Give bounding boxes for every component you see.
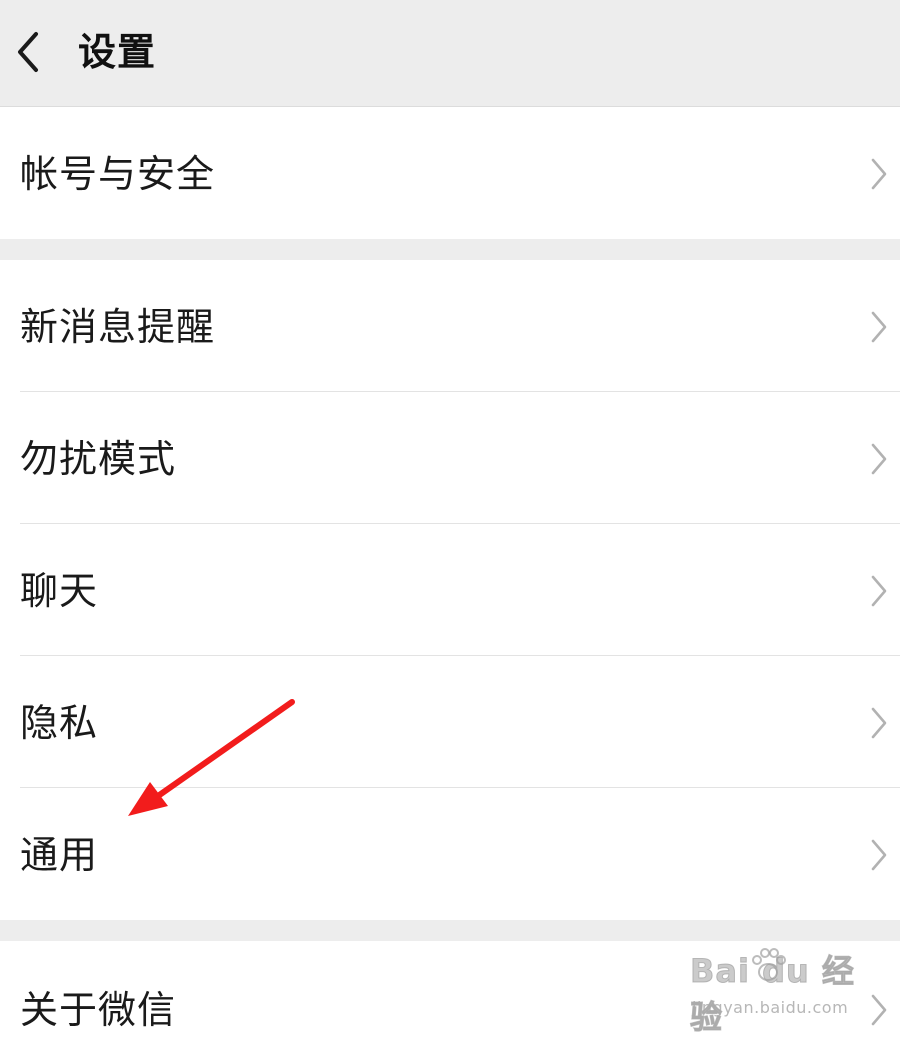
chevron-right-icon [871, 443, 887, 475]
settings-item-label: 帐号与安全 [20, 152, 216, 196]
settings-item-label: 通用 [20, 833, 99, 877]
settings-item-label: 关于微信 [20, 988, 177, 1032]
page-title: 设置 [78, 30, 157, 74]
settings-screen: 设置 帐号与安全 新消息提醒 勿扰模式 聊天 隐私 通用 关于微信 Bai du… [0, 0, 900, 1044]
chevron-right-icon [871, 575, 887, 607]
nav-header: 设置 [0, 0, 900, 107]
settings-group-account: 帐号与安全 [0, 107, 900, 239]
settings-item-new-message-alerts[interactable]: 新消息提醒 [0, 260, 900, 392]
settings-group-about: 关于微信 [0, 941, 900, 1044]
chevron-right-icon [871, 311, 887, 343]
back-button[interactable] [0, 0, 70, 106]
settings-item-label: 新消息提醒 [20, 305, 216, 349]
chevron-right-icon [871, 839, 887, 871]
settings-item-privacy[interactable]: 隐私 [0, 656, 900, 788]
settings-item-label: 隐私 [20, 701, 99, 745]
settings-item-chat[interactable]: 聊天 [0, 524, 900, 656]
settings-item-about-wechat[interactable]: 关于微信 [0, 941, 900, 1044]
settings-group-general: 新消息提醒 勿扰模式 聊天 隐私 通用 [0, 260, 900, 920]
chevron-right-icon [871, 158, 887, 190]
chevron-right-icon [871, 994, 887, 1026]
chevron-right-icon [871, 707, 887, 739]
settings-item-do-not-disturb[interactable]: 勿扰模式 [0, 392, 900, 524]
settings-item-account-security[interactable]: 帐号与安全 [0, 107, 900, 239]
chevron-left-icon [18, 32, 38, 72]
settings-item-general[interactable]: 通用 [0, 788, 900, 920]
settings-item-label: 聊天 [20, 569, 99, 613]
settings-item-label: 勿扰模式 [20, 437, 177, 481]
